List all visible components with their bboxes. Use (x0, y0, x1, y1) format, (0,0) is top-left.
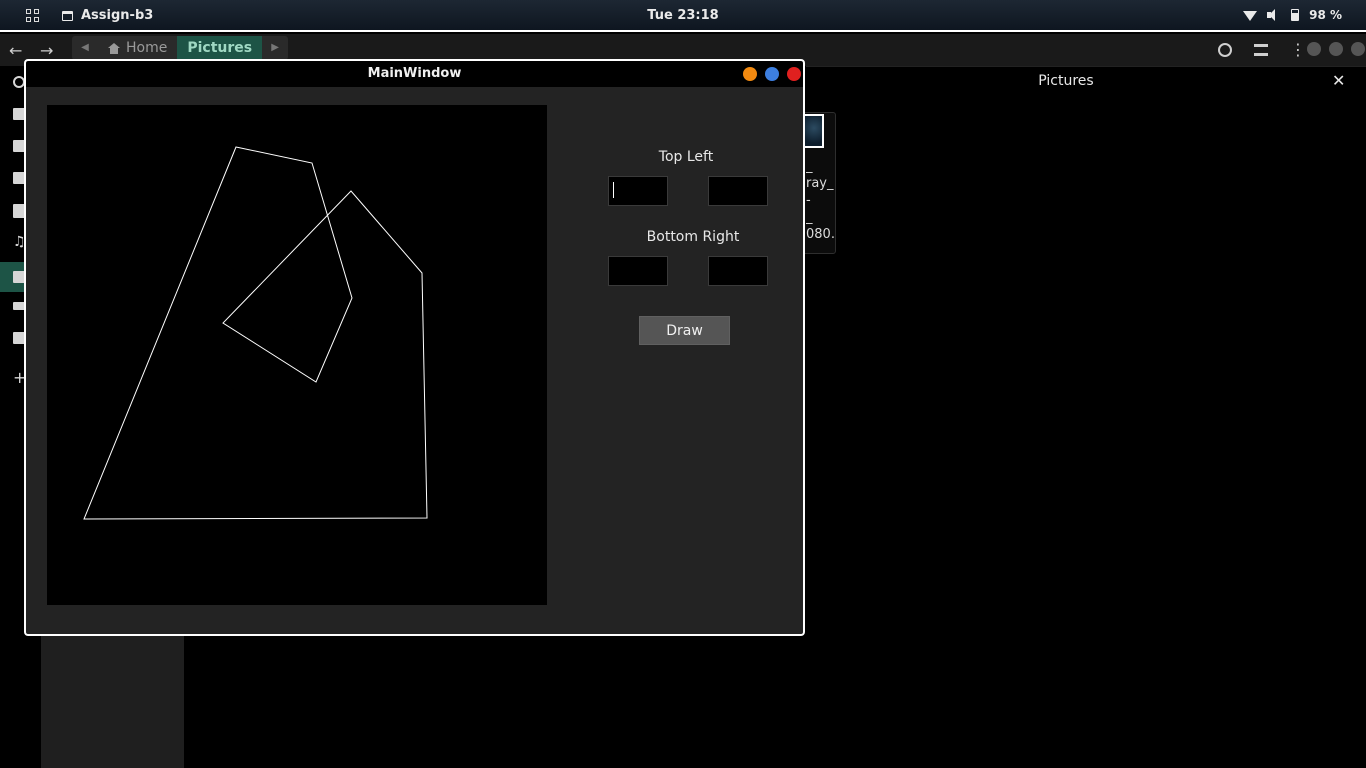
search-icon[interactable] (1218, 42, 1232, 57)
bottom-right-y-input[interactable] (708, 256, 768, 286)
top-left-x-input[interactable] (608, 176, 668, 206)
pictures-view-title: Pictures (1038, 73, 1094, 89)
files-close-button[interactable] (1351, 42, 1365, 56)
files-minimize-button[interactable] (1307, 42, 1321, 56)
drawing-canvas[interactable] (47, 105, 547, 605)
files-sidebar: ♫ + (0, 66, 26, 396)
file-item-label: _ ray_ - _ 080. (806, 159, 835, 242)
back-arrow-icon[interactable]: ← (9, 41, 22, 60)
battery-icon (1291, 9, 1300, 21)
window-title: MainWindow (367, 66, 462, 81)
polygon-drawing (83, 146, 428, 520)
breadcrumb-home[interactable]: Home (98, 36, 177, 60)
view-options-icon[interactable] (1254, 43, 1268, 56)
system-tray[interactable]: 98 % (1243, 8, 1342, 22)
forward-arrow-icon[interactable]: → (40, 41, 53, 60)
clock[interactable]: Tue 23:18 (0, 8, 1366, 23)
window-titlebar[interactable]: MainWindow (26, 61, 803, 87)
maximize-button[interactable] (765, 67, 779, 81)
breadcrumb: ◀ Home Pictures ▶ (72, 36, 289, 60)
top-bar: Assign-b3 Tue 23:18 98 % (0, 0, 1366, 32)
battery-percent: 98 % (1309, 8, 1342, 22)
draw-button[interactable]: Draw (639, 316, 730, 345)
minimize-button[interactable] (743, 67, 757, 81)
top-left-y-input[interactable] (708, 176, 768, 206)
wifi-icon (1243, 11, 1258, 21)
close-icon[interactable]: ✕ (1332, 71, 1345, 90)
files-toolbar: ⋮ (1218, 40, 1306, 59)
main-window: MainWindow Top Left Bottom Right Draw (24, 59, 805, 636)
path-left-arrow-icon[interactable]: ◀ (72, 36, 98, 60)
sidebar-item-pictures[interactable] (0, 262, 26, 292)
home-icon (108, 42, 120, 54)
bottom-right-x-input[interactable] (608, 256, 668, 286)
files-maximize-button[interactable] (1329, 42, 1343, 56)
text-cursor (613, 182, 614, 198)
drawn-polygon (83, 146, 428, 520)
menu-kebab-icon[interactable]: ⋮ (1290, 40, 1306, 59)
files-sidebar-bottom (41, 636, 184, 768)
breadcrumb-pictures[interactable]: Pictures (177, 36, 263, 60)
breadcrumb-home-label: Home (126, 40, 168, 56)
bottom-right-label: Bottom Right (646, 229, 740, 245)
top-left-label: Top Left (658, 149, 714, 165)
volume-icon (1267, 9, 1281, 21)
close-button[interactable] (787, 67, 801, 81)
path-right-arrow-icon[interactable]: ▶ (262, 36, 288, 60)
